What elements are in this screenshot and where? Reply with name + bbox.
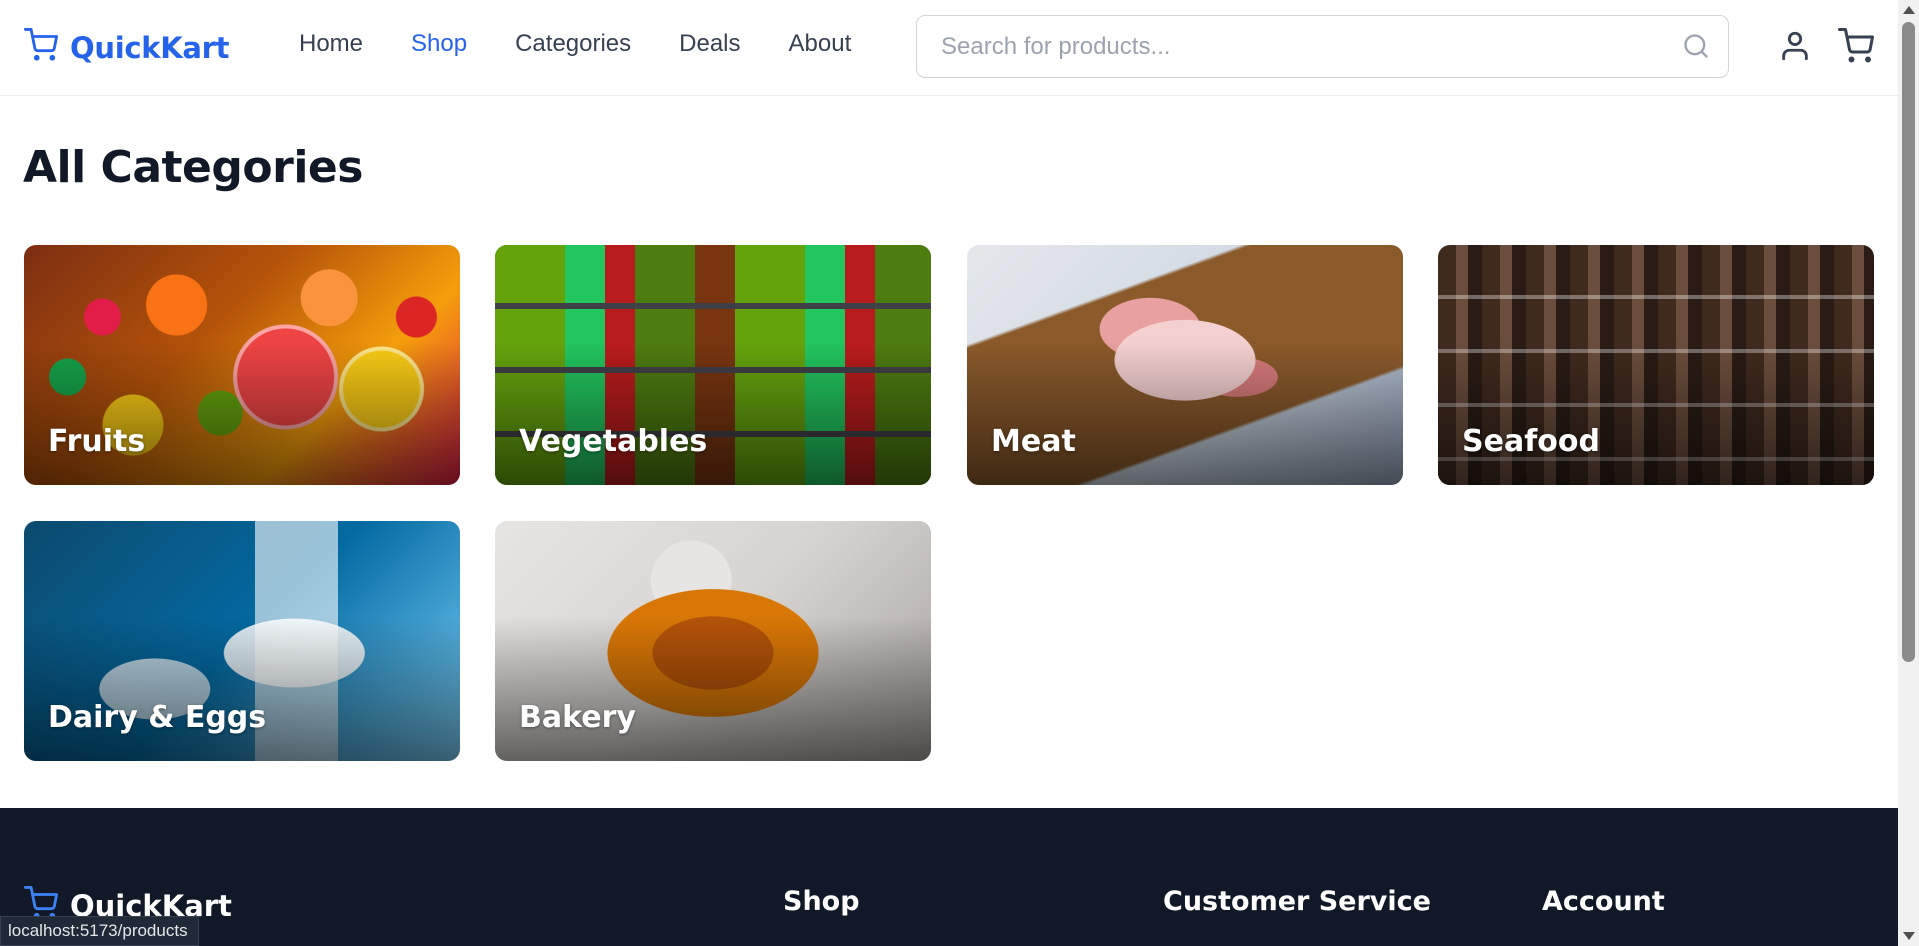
nav-deals[interactable]: Deals: [679, 30, 740, 58]
category-label: Meat: [991, 424, 1076, 459]
scroll-up-arrow-icon[interactable]: [1903, 6, 1915, 14]
cart-icon[interactable]: [1838, 28, 1874, 69]
cart-logo-icon: [24, 28, 58, 67]
search-input[interactable]: [917, 16, 1728, 77]
scroll-thumb[interactable]: [1902, 22, 1915, 662]
category-card-fruits[interactable]: Fruits: [24, 245, 460, 485]
category-label: Fruits: [48, 424, 146, 459]
brand-name: QuickKart: [70, 30, 230, 65]
scroll-down-arrow-icon[interactable]: [1903, 932, 1915, 940]
category-card-vegetables[interactable]: Vegetables: [495, 245, 931, 485]
page-title: All Categories: [23, 142, 363, 193]
search-icon[interactable]: [1682, 32, 1710, 65]
brand-logo[interactable]: QuickKart: [24, 28, 230, 67]
footer-heading-account: Account: [1542, 886, 1665, 917]
footer-heading-shop: Shop: [783, 886, 860, 917]
category-label: Dairy & Eggs: [48, 700, 267, 735]
nav-about[interactable]: About: [789, 30, 852, 58]
category-label: Seafood: [1462, 424, 1600, 459]
site-footer: QuickKart Shop Customer Service Account: [0, 808, 1898, 946]
category-card-seafood[interactable]: Seafood: [1438, 245, 1874, 485]
link-status-bar: localhost:5173/products: [0, 916, 199, 946]
category-card-dairy-eggs[interactable]: Dairy & Eggs: [24, 521, 460, 761]
nav-categories[interactable]: Categories: [515, 30, 631, 58]
main-nav: Home Shop Categories Deals About: [299, 30, 899, 58]
category-card-meat[interactable]: Meat: [967, 245, 1403, 485]
user-icon[interactable]: [1778, 28, 1812, 69]
nav-home[interactable]: Home: [299, 30, 363, 58]
category-label: Vegetables: [519, 424, 708, 459]
search-box: [916, 15, 1729, 78]
category-label: Bakery: [519, 700, 636, 735]
page: QuickKart Home Shop Categories Deals Abo…: [0, 0, 1898, 946]
footer-heading-customer-service: Customer Service: [1163, 886, 1431, 917]
nav-shop[interactable]: Shop: [411, 30, 467, 58]
category-card-bakery[interactable]: Bakery: [495, 521, 931, 761]
site-header: QuickKart Home Shop Categories Deals Abo…: [0, 0, 1898, 96]
vertical-scrollbar[interactable]: [1898, 0, 1919, 946]
